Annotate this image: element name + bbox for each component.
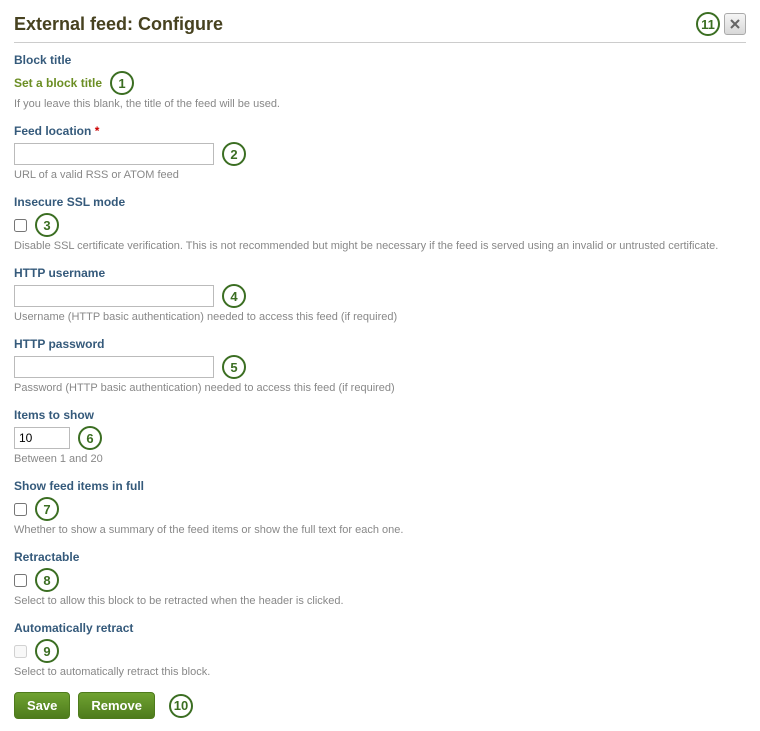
button-row: Save Remove 10 [14,692,746,719]
feed-location-input[interactable] [14,143,214,165]
show-full-checkbox[interactable] [14,503,27,516]
auto-retract-checkbox[interactable] [14,645,27,658]
block-title-desc: If you leave this blank, the title of th… [14,98,746,110]
feed-location-section: Feed location * 2 URL of a valid RSS or … [14,124,746,181]
retractable-label: Retractable [14,550,746,564]
http-username-section: HTTP username 4 Username (HTTP basic aut… [14,266,746,323]
insecure-ssl-desc: Disable SSL certificate verification. Th… [14,240,746,252]
set-block-title-link[interactable]: Set a block title [14,76,102,90]
save-button[interactable]: Save [14,692,70,719]
close-icon [729,18,741,30]
http-username-desc: Username (HTTP basic authentication) nee… [14,311,746,323]
retractable-checkbox[interactable] [14,574,27,587]
insecure-ssl-label: Insecure SSL mode [14,195,746,209]
block-title-label: Block title [14,53,746,67]
feed-location-label-text: Feed location [14,124,91,138]
insecure-ssl-checkbox[interactable] [14,219,27,232]
items-to-show-label: Items to show [14,408,746,422]
show-full-label: Show feed items in full [14,479,746,493]
show-full-desc: Whether to show a summary of the feed it… [14,524,746,536]
http-password-desc: Password (HTTP basic authentication) nee… [14,382,746,394]
items-to-show-desc: Between 1 and 20 [14,453,746,465]
http-username-input[interactable] [14,285,214,307]
http-password-label: HTTP password [14,337,746,351]
annotation-6: 6 [78,426,102,450]
show-full-section: Show feed items in full 7 Whether to sho… [14,479,746,536]
insecure-ssl-section: Insecure SSL mode 3 Disable SSL certific… [14,195,746,252]
annotation-1: 1 [110,71,134,95]
retractable-desc: Select to allow this block to be retract… [14,595,746,607]
http-password-input[interactable] [14,356,214,378]
annotation-7: 7 [35,497,59,521]
annotation-9: 9 [35,639,59,663]
items-to-show-section: Items to show 6 Between 1 and 20 [14,408,746,465]
annotation-5: 5 [222,355,246,379]
http-password-section: HTTP password 5 Password (HTTP basic aut… [14,337,746,394]
annotation-4: 4 [222,284,246,308]
required-indicator: * [95,124,100,138]
retractable-section: Retractable 8 Select to allow this block… [14,550,746,607]
auto-retract-desc: Select to automatically retract this blo… [14,666,746,678]
annotation-8: 8 [35,568,59,592]
http-username-label: HTTP username [14,266,746,280]
auto-retract-label: Automatically retract [14,621,746,635]
dialog-title: External feed: Configure [14,14,223,35]
close-button[interactable] [724,13,746,35]
items-to-show-input[interactable] [14,427,70,449]
auto-retract-section: Automatically retract 9 Select to automa… [14,621,746,678]
dialog-header: External feed: Configure 11 [14,12,746,43]
annotation-11: 11 [696,12,720,36]
annotation-3: 3 [35,213,59,237]
block-title-section: Block title Set a block title 1 If you l… [14,53,746,110]
feed-location-desc: URL of a valid RSS or ATOM feed [14,169,746,181]
remove-button[interactable]: Remove [78,692,155,719]
annotation-2: 2 [222,142,246,166]
header-right: 11 [690,12,746,36]
annotation-10: 10 [169,694,193,718]
feed-location-label: Feed location * [14,124,746,138]
